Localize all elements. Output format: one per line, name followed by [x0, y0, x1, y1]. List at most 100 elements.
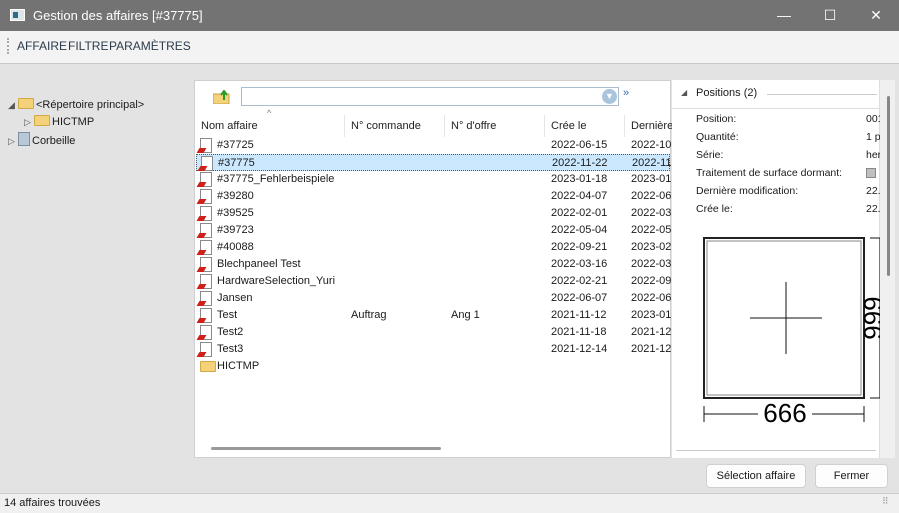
- folder-icon: [200, 361, 216, 372]
- chevron-down-icon[interactable]: ▼: [602, 89, 617, 104]
- folder-name: HICTMP: [217, 360, 260, 372]
- cell-name: #37725: [217, 139, 254, 151]
- folder-icon: [34, 115, 50, 126]
- cell-name: #39280: [217, 190, 254, 202]
- expanded-icon[interactable]: ◢: [8, 97, 18, 113]
- cell-modified: 2023-01: [631, 173, 671, 185]
- recycle-bin-icon: [18, 132, 30, 146]
- tree-node-root[interactable]: ◢ <Répertoire principal>: [8, 97, 144, 113]
- table-row[interactable]: #39280 2022-04-07 2022-06: [196, 188, 671, 205]
- table-row[interactable]: Test Auftrag Ang 1 2021-11-12 2023-01: [196, 307, 671, 324]
- cell-created: 2022-09-21: [551, 241, 608, 253]
- cell-created: 2021-11-18: [551, 326, 607, 338]
- cell-created: 2022-11-22: [552, 157, 608, 169]
- affaire-file-icon: [200, 342, 212, 357]
- select-affaire-button[interactable]: Sélection affaire: [706, 464, 806, 488]
- property-label: Crée le:: [696, 203, 733, 215]
- toolbar-grip: [7, 38, 9, 54]
- cell-order: Auftrag: [351, 309, 387, 321]
- tree-label: HICTMP: [52, 116, 95, 128]
- window-title: Gestion des affaires [#37775]: [33, 8, 203, 23]
- column-header-order[interactable]: N° commande: [345, 115, 445, 137]
- table-row[interactable]: #37725 2022-06-15 2022-10: [196, 137, 671, 154]
- table-row[interactable]: #37775 2022-11-22 2022-11-: [196, 154, 672, 171]
- tree-node-hictmp[interactable]: ▷ HICTMP: [24, 114, 94, 130]
- folder-icon: [18, 98, 34, 109]
- cell-name: Test3: [217, 343, 244, 355]
- cell-name: Jansen: [217, 292, 253, 304]
- cell-name: #37775_Fehlerbeispiele: [217, 173, 335, 185]
- column-header-created[interactable]: Crée le: [545, 115, 625, 137]
- menu-bar: AFFAIRE FILTRE PARAMÈTRES: [0, 31, 899, 64]
- affaire-file-icon: [200, 223, 212, 238]
- cell-name: #39525: [217, 207, 254, 219]
- property-label: Série:: [696, 149, 724, 161]
- folder-up-icon[interactable]: [213, 90, 231, 104]
- color-swatch: [866, 168, 876, 178]
- tree-node-corbeille[interactable]: ▷ Corbeille: [8, 132, 75, 148]
- property-label: Position:: [696, 113, 737, 125]
- cell-created: 2022-02-21: [551, 275, 608, 287]
- cell-created: 2022-06-07: [551, 292, 608, 304]
- cell-offer: Ang 1: [451, 309, 480, 321]
- path-combo[interactable]: ▼: [241, 87, 619, 106]
- status-bar: 14 affaires trouvées ⠿: [0, 493, 899, 513]
- column-header-offer[interactable]: N° d'offre: [445, 115, 545, 137]
- collapse-icon[interactable]: ◢: [681, 88, 687, 97]
- cell-created: 2023-01-18: [551, 173, 608, 185]
- property-label: Dernière modification:: [696, 185, 799, 197]
- status-text: 14 affaires trouvées: [4, 497, 101, 509]
- cell-modified: 2021-12-: [631, 326, 671, 338]
- collapsed-icon[interactable]: ▷: [8, 133, 18, 149]
- column-header-modified[interactable]: Dernière: [625, 115, 673, 137]
- table-row[interactable]: Test2 2021-11-18 2021-12-: [196, 324, 671, 341]
- close-button[interactable]: ✕: [853, 0, 899, 31]
- table-row[interactable]: #39525 2022-02-01 2022-03: [196, 205, 671, 222]
- vertical-scrollbar[interactable]: [880, 80, 895, 458]
- affaire-file-icon: [200, 138, 212, 153]
- horizontal-scrollbar[interactable]: [211, 447, 441, 450]
- cell-name: #39723: [217, 224, 254, 236]
- double-chevron-down-icon[interactable]: »: [623, 87, 629, 99]
- maximize-button[interactable]: ☐: [807, 0, 853, 31]
- table-row[interactable]: #39723 2022-05-04 2022-05: [196, 222, 671, 239]
- table-row[interactable]: Jansen 2022-06-07 2022-06: [196, 290, 671, 307]
- cell-created: 2022-04-07: [551, 190, 608, 202]
- affaire-list-panel: ▼ » ^ Nom affaire N° commande N° d'offre…: [194, 80, 673, 458]
- affaire-file-icon: [201, 156, 213, 171]
- cell-name: #40088: [217, 241, 254, 253]
- cell-created: 2022-05-04: [551, 224, 608, 236]
- width-dimension: 666: [763, 398, 806, 424]
- divider: [767, 94, 877, 95]
- cell-created: 2021-12-14: [551, 343, 608, 355]
- table-row[interactable]: Test3 2021-12-14 2021-12-: [196, 341, 671, 358]
- property-value: 22.1: [866, 185, 880, 197]
- collapsed-icon[interactable]: ▷: [24, 114, 34, 130]
- table-row[interactable]: Blechpaneel Test 2022-03-16 2022-03: [196, 256, 671, 273]
- close-dialog-button[interactable]: Fermer: [815, 464, 888, 488]
- details-panel: ◢ Positions (2) Position: 001 Quantité: 1 p…: [672, 80, 882, 458]
- affaire-file-icon: [200, 274, 212, 289]
- resize-grip-icon[interactable]: ⠿: [882, 496, 889, 507]
- cell-created: 2022-02-01: [551, 207, 608, 219]
- affaire-file-icon: [200, 189, 212, 204]
- menu-filtre[interactable]: FILTRE: [68, 39, 108, 53]
- menu-parametres[interactable]: PARAMÈTRES: [109, 39, 191, 53]
- cell-modified: 2022-06: [631, 292, 671, 304]
- cell-modified: 2022-06: [631, 190, 671, 202]
- property-label: Quantité:: [696, 131, 739, 143]
- cell-modified: 2022-05: [631, 224, 671, 236]
- cell-modified: 2022-09: [631, 275, 671, 287]
- minimize-button[interactable]: —: [761, 0, 807, 31]
- table-row[interactable]: HardwareSelection_Yuri 2022-02-21 2022-0…: [196, 273, 671, 290]
- affaire-file-icon: [200, 206, 212, 221]
- cell-name: Blechpaneel Test: [217, 258, 301, 270]
- window-preview-drawing: 666 666: [703, 237, 882, 424]
- menu-affaire[interactable]: AFFAIRE: [17, 39, 67, 53]
- affaire-file-icon: [200, 240, 212, 255]
- cell-modified: 2021-12-: [631, 343, 671, 355]
- column-header-name[interactable]: Nom affaire: [195, 115, 345, 137]
- table-row[interactable]: #40088 2022-09-21 2023-02: [196, 239, 671, 256]
- folder-row[interactable]: HICTMP: [196, 358, 670, 375]
- table-row[interactable]: #37775_Fehlerbeispiele 2023-01-18 2023-0…: [196, 171, 671, 188]
